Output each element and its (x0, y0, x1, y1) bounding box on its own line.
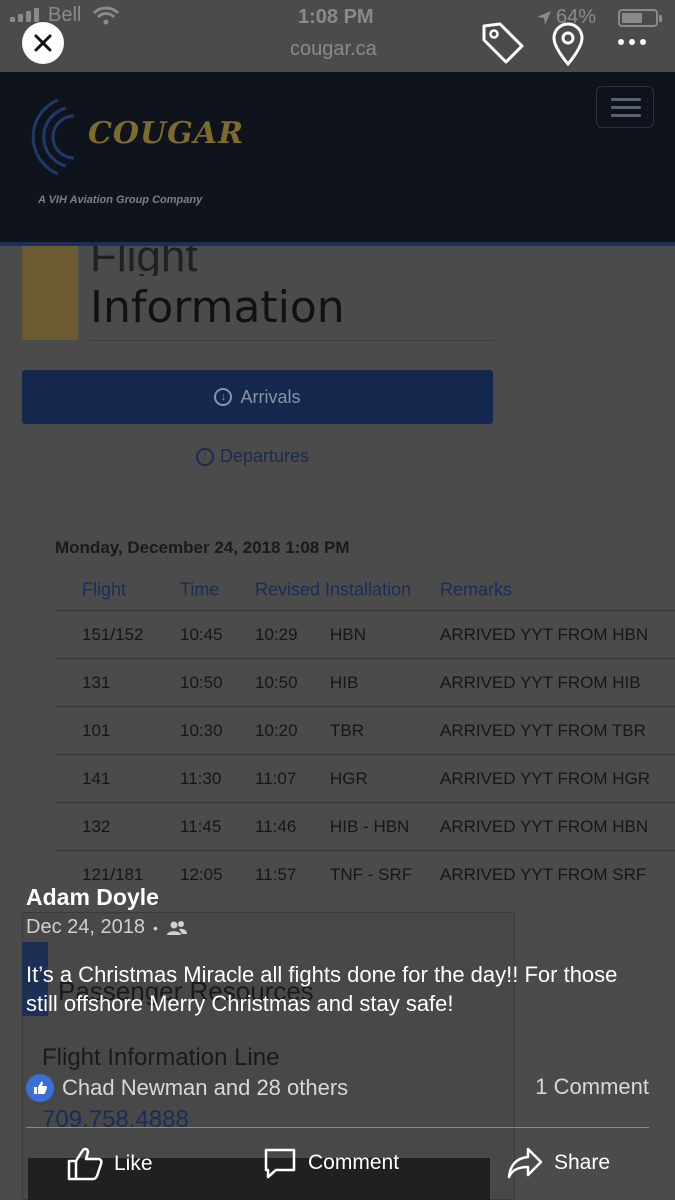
cell-revised: 10:29 (255, 624, 298, 644)
cell-remarks: ARRIVED YYT FROM HIB (440, 672, 641, 692)
cell-time: 10:50 (180, 672, 223, 692)
cell-remarks: ARRIVED YYT FROM HGR (440, 768, 651, 788)
meta-separator: • (152, 919, 158, 936)
page-url: cougar.ca (290, 38, 377, 60)
post-text: It’s a Christmas Miracle all fights done… (26, 962, 618, 1016)
comment-count[interactable]: 1 Comment (535, 1074, 649, 1100)
share-label: Share (554, 1151, 611, 1174)
reaction-text: Chad Newman and 28 others (62, 1075, 349, 1100)
cell-time: 10:45 (180, 624, 223, 644)
friends-icon (166, 920, 187, 935)
like-reaction-icon (26, 1074, 54, 1102)
location-pin-icon (552, 22, 584, 67)
like-button[interactable]: Like (66, 1146, 153, 1182)
comment-label: Comment (308, 1151, 400, 1174)
tag-icon (482, 22, 524, 64)
close-button[interactable] (22, 22, 64, 64)
battery-icon (618, 9, 662, 27)
cell-flight: 121/181 (82, 864, 144, 884)
arrivals-button[interactable]: ↓ Arrivals (22, 370, 493, 424)
cell-installation: HIB - HBN (330, 816, 410, 836)
comment-bubble-icon (264, 1148, 296, 1179)
header-remarks: Remarks (440, 579, 513, 600)
table-row: 151/152 10:45 10:29 HBN ARRIVED YYT FROM HBN (55, 610, 675, 658)
cell-flight: 151/152 (82, 624, 144, 644)
table-row: 101 10:30 10:20 TBR ARRIVED YYT FROM TBR (55, 706, 675, 754)
departures-label: Departures (220, 446, 310, 466)
arrivals-label: Arrivals (240, 386, 301, 407)
cell-remarks: ARRIVED YYT FROM HBN (440, 624, 649, 644)
flight-table: Flight Time Revised Installation Remarks… (55, 570, 675, 898)
cell-remarks: ARRIVED YYT FROM SRF (440, 864, 647, 884)
photo-viewer-image: COUGAR A VIH Aviation Group Company Flig… (0, 0, 675, 1200)
cell-installation: HGR (330, 768, 368, 788)
page-title: Information (90, 282, 345, 333)
actions-divider (26, 1127, 649, 1128)
cell-revised: 10:20 (255, 720, 298, 740)
cell-revised: 11:57 (255, 864, 297, 884)
battery-level (622, 13, 643, 23)
cell-remarks: ARRIVED YYT FROM HBN (440, 816, 649, 836)
cell-flight: 141 (82, 768, 111, 788)
cell-time: 12:05 (180, 864, 223, 884)
status-time: 1:08 PM (298, 6, 374, 28)
location-button[interactable] (546, 18, 590, 68)
thumbs-up-icon (67, 1147, 103, 1181)
header-flight: Flight (82, 579, 127, 600)
wifi-icon (92, 6, 120, 25)
cell-installation: HBN (330, 624, 366, 644)
menu-bar-icon (611, 98, 641, 101)
share-button[interactable]: Share (506, 1146, 610, 1180)
departures-link[interactable]: ↑ Departures (196, 446, 309, 467)
cell-revised: 10:50 (255, 672, 298, 692)
more-options-button[interactable] (612, 30, 652, 54)
cell-revised: 11:46 (255, 816, 297, 836)
page-heading-partial: Flight (90, 246, 198, 276)
table-date: Monday, December 24, 2018 1:08 PM (55, 538, 350, 557)
like-label: Like (114, 1152, 153, 1175)
site-logo-subtitle: A VIH Aviation Group Company (38, 194, 203, 206)
menu-bar-icon (611, 106, 641, 109)
table-header: Flight Time Revised Installation Remarks (55, 570, 675, 610)
arrow-down-circle-icon: ↓ (214, 388, 233, 406)
header-revised-installation: Revised Installation (255, 579, 412, 600)
post-author[interactable]: Adam Doyle (26, 884, 159, 911)
cell-remarks: ARRIVED YYT FROM TBR (440, 720, 646, 740)
cell-time: 10:30 (180, 720, 223, 740)
cell-installation: HIB (330, 672, 359, 692)
cell-installation: TBR (330, 720, 364, 740)
heading-clip: Flight (80, 246, 500, 276)
table-row: 141 11:30 11:07 HGR ARRIVED YYT FROM HGR (55, 754, 675, 802)
menu-bar-icon (611, 114, 641, 117)
reaction-summary[interactable]: Chad Newman and 28 others (26, 1074, 348, 1102)
cell-flight: 101 (82, 720, 111, 740)
cell-revised: 11:07 (255, 768, 297, 788)
header-time: Time (180, 579, 220, 600)
comment-button[interactable]: Comment (262, 1146, 399, 1180)
heading-accent (22, 246, 78, 340)
cell-flight: 131 (82, 672, 111, 692)
cell-time: 11:30 (180, 768, 222, 788)
share-arrow-icon (507, 1147, 543, 1179)
cell-installation: TNF - SRF (330, 864, 413, 884)
site-menu-button[interactable] (596, 86, 654, 128)
heading-divider (90, 340, 494, 341)
more-dots-icon (618, 39, 624, 45)
table-row: 131 10:50 10:50 HIB ARRIVED YYT FROM HIB (55, 658, 675, 706)
cell-time: 11:45 (180, 816, 222, 836)
site-logo: COUGAR (88, 116, 244, 151)
flight-info-line-label: Flight Information Line (42, 1044, 280, 1071)
post-meta: Dec 24, 2018 • (26, 916, 188, 939)
table-row: 132 11:45 11:46 HIB - HBN ARRIVED YYT FROM H… (55, 802, 675, 850)
cell-flight: 132 (82, 816, 111, 836)
cell-signal-icon (10, 6, 39, 22)
tag-button[interactable] (478, 18, 528, 68)
site-header: COUGAR A VIH Aviation Group Company (0, 72, 675, 246)
close-icon (34, 34, 52, 52)
arrow-up-circle-icon: ↑ (196, 447, 214, 466)
post-date[interactable]: Dec 24, 2018 (26, 916, 145, 939)
